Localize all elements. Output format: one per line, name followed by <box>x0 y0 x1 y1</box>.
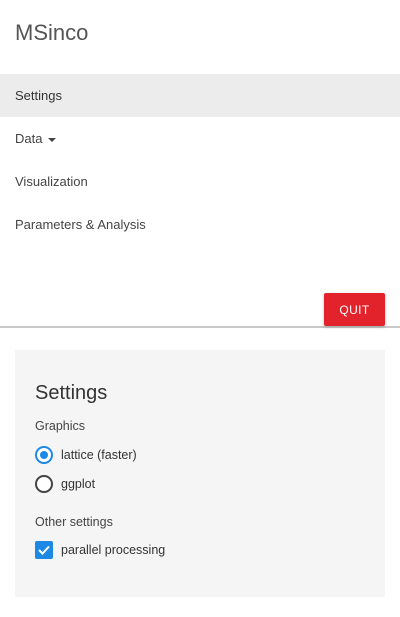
other-settings-label: Other settings <box>35 515 113 529</box>
navbar: MSinco Settings Data Visualization Param… <box>0 0 400 328</box>
parallel-processing-checkbox[interactable]: parallel processing <box>35 541 165 559</box>
radio-label: lattice (faster) <box>61 448 137 462</box>
nav-item-label: Visualization <box>15 174 88 189</box>
settings-panel: Settings Graphics lattice (faster) ggplo… <box>15 350 385 597</box>
nav-item-label: Settings <box>15 88 62 103</box>
nav-item-settings[interactable]: Settings <box>0 74 400 117</box>
radio-lattice[interactable]: lattice (faster) <box>35 446 137 464</box>
nav-menu: Settings Data Visualization Parameters &… <box>0 74 400 246</box>
graphics-label: Graphics <box>35 419 86 433</box>
radio-unchecked-icon[interactable] <box>35 475 53 493</box>
caret-down-icon <box>48 137 57 142</box>
radio-label: ggplot <box>61 477 96 491</box>
nav-item-label: Data <box>15 131 43 146</box>
panel-title: Settings <box>35 382 108 404</box>
radio-ggplot[interactable]: ggplot <box>35 475 95 493</box>
checkmark-icon <box>38 545 50 555</box>
nav-item-label: Parameters & Analysis <box>15 217 146 232</box>
quit-button[interactable]: QUIT <box>324 293 385 326</box>
nav-item-data[interactable]: Data <box>0 117 400 160</box>
nav-item-visualization[interactable]: Visualization <box>0 160 400 203</box>
checkbox-label: parallel processing <box>61 543 166 557</box>
checkbox-checked-icon[interactable] <box>35 541 53 559</box>
app-brand[interactable]: MSinco <box>15 19 88 47</box>
nav-item-parameters-analysis[interactable]: Parameters & Analysis <box>0 203 400 246</box>
radio-checked-icon[interactable] <box>35 446 53 464</box>
